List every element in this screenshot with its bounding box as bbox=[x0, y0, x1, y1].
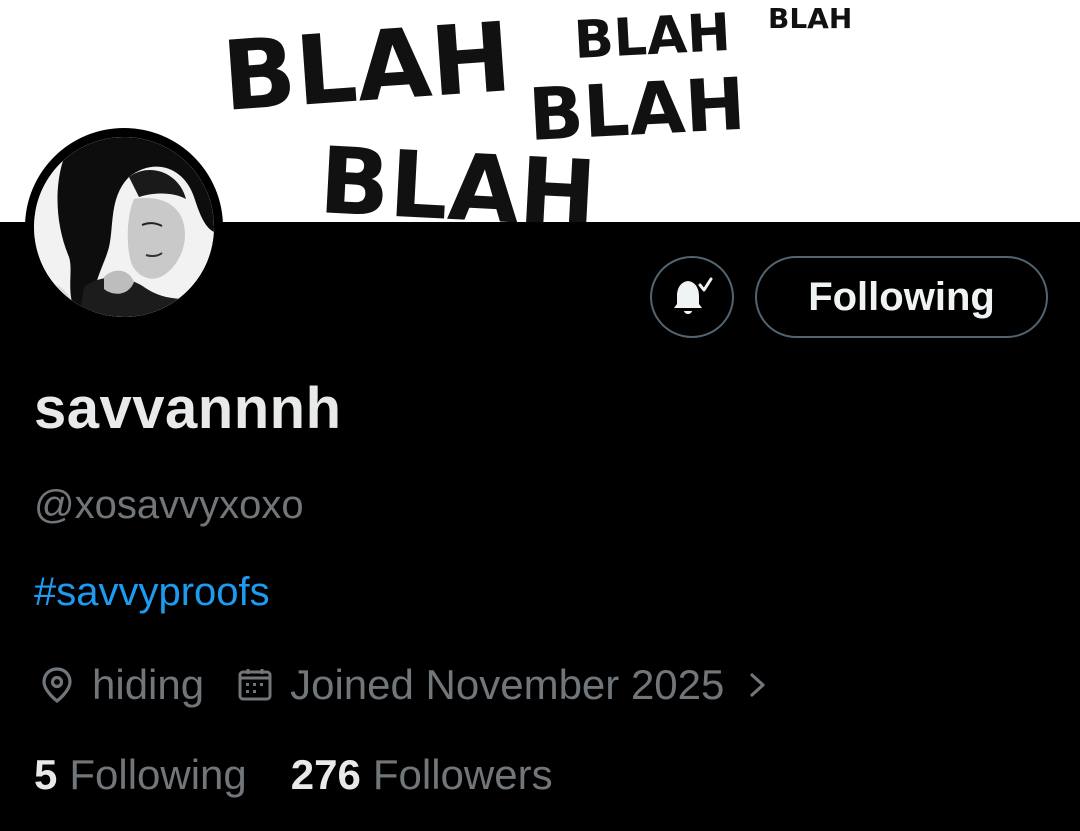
bio-hashtag-link[interactable]: #savvyproofs bbox=[34, 567, 270, 617]
follow-stats: 5 Following 276 Followers bbox=[34, 748, 553, 802]
calendar-icon bbox=[232, 662, 278, 708]
notifications-button[interactable] bbox=[650, 256, 734, 338]
followers-count: 276 bbox=[290, 751, 361, 798]
following-count-link[interactable]: 5 Following bbox=[34, 751, 247, 799]
followers-count-link[interactable]: 276 Followers bbox=[291, 751, 553, 799]
banner-word-3: BLAH bbox=[768, 2, 852, 35]
banner-word-5: BLAH bbox=[526, 62, 747, 157]
username-handle: @xosavvyxoxo bbox=[34, 483, 304, 527]
profile-meta: hiding Joined November 2025 bbox=[34, 658, 770, 712]
avatar[interactable] bbox=[25, 128, 223, 326]
avatar-image bbox=[34, 137, 214, 317]
bell-with-check-icon bbox=[670, 275, 714, 319]
joined-date-text: Joined November 2025 bbox=[290, 661, 725, 708]
following-button[interactable]: Following bbox=[755, 256, 1048, 338]
location-text: hiding bbox=[92, 661, 205, 708]
location-pin-icon bbox=[34, 662, 80, 708]
followers-label: Followers bbox=[372, 751, 553, 798]
following-count: 5 bbox=[34, 751, 58, 798]
following-label: Following bbox=[69, 751, 247, 798]
display-name: savvannnh bbox=[34, 376, 342, 441]
chevron-right-icon[interactable] bbox=[746, 667, 770, 703]
banner-word-2: BLAH bbox=[573, 3, 732, 71]
banner-word-1: BLAH bbox=[219, 1, 515, 133]
